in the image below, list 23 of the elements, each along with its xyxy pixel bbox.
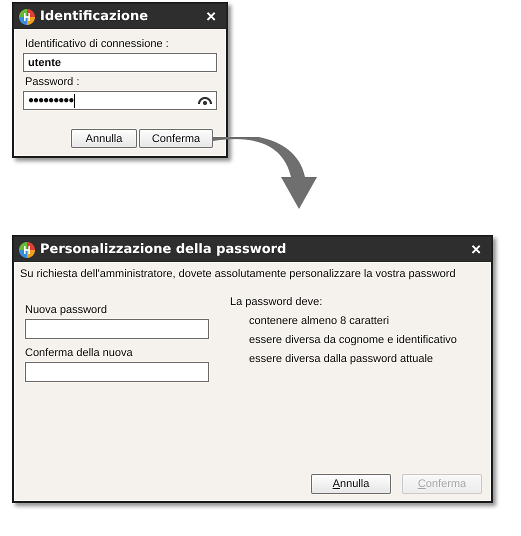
message-text: Su richiesta dell'amministratore, dovete assolutamente personalizzare la vostra password	[20, 268, 457, 280]
input-field[interactable]	[25, 362, 209, 382]
dialog-button[interactable]: Annulla	[71, 129, 137, 148]
rule-text: essere diversa dalla password attuale	[248, 353, 434, 365]
app-logo-icon	[19, 8, 35, 24]
input-field[interactable]	[25, 319, 209, 339]
field-label: Nuova password	[25, 304, 108, 316]
eye-icon[interactable]	[198, 96, 212, 105]
close-button[interactable]: ×	[202, 8, 220, 25]
window-title: Identificazione	[40, 9, 150, 24]
window-title: Personalizzazione della password	[40, 242, 288, 257]
app-logo-icon	[19, 242, 35, 258]
rule-text: essere diversa da cognome e identificativo	[248, 334, 457, 346]
input-field[interactable]: utente	[23, 53, 217, 72]
field-label: Password :	[25, 76, 80, 88]
field-label: Identificativo di connessione :	[25, 38, 170, 50]
field-label: Conferma della nuova	[25, 347, 134, 359]
dialog-button[interactable]: Conferma	[139, 129, 213, 148]
dialog-button[interactable]: Annulla	[311, 474, 391, 494]
close-button[interactable]: ×	[467, 241, 485, 258]
password-field[interactable]: ●●●●●●●●●	[23, 91, 217, 110]
rule-text: contenere almeno 8 caratteri	[248, 315, 390, 327]
rules-title: La password deve:	[230, 296, 324, 308]
